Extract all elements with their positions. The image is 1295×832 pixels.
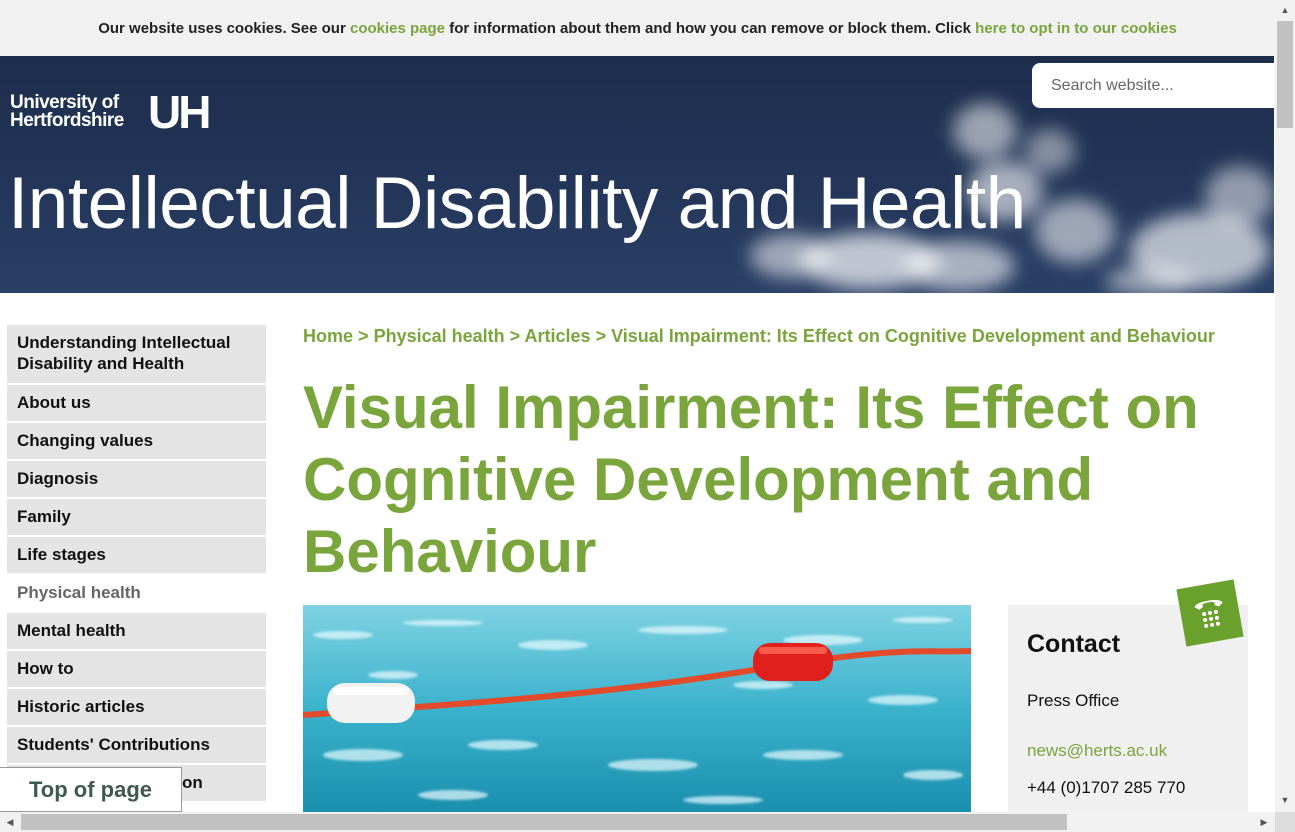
breadcrumb-articles[interactable]: Articles bbox=[525, 326, 591, 346]
breadcrumb-separator: > bbox=[358, 326, 369, 346]
sidebar-item-physical-health[interactable]: Physical health bbox=[7, 575, 266, 613]
cookie-text-1: Our website uses cookies. See our bbox=[98, 19, 346, 37]
university-logo[interactable]: University of Hertfordshire UH bbox=[10, 89, 211, 135]
logo-line-2: Hertfordshire bbox=[10, 110, 124, 131]
cookies-page-link[interactable]: cookies page bbox=[350, 20, 445, 37]
contact-phone: +44 (0)1707 285 770 bbox=[1027, 778, 1186, 797]
cookie-text-2: for information about them and how you c… bbox=[449, 19, 971, 37]
breadcrumb-separator: > bbox=[595, 326, 607, 346]
sidebar-item-students-contributions[interactable]: Students' Contributions bbox=[7, 727, 266, 765]
vertical-scrollbar-thumb[interactable] bbox=[1277, 21, 1293, 128]
sidebar-item-life-stages[interactable]: Life stages bbox=[7, 537, 266, 575]
logo-wordmark: University of Hertfordshire bbox=[10, 93, 124, 131]
horizontal-scrollbar-thumb[interactable] bbox=[21, 814, 1067, 830]
sidebar-item-historic-articles[interactable]: Historic articles bbox=[7, 689, 266, 727]
scroll-right-arrow-icon[interactable]: ▶ bbox=[1256, 814, 1272, 830]
pool-illustration bbox=[303, 605, 971, 812]
scroll-left-arrow-icon[interactable]: ◀ bbox=[2, 814, 18, 830]
site-header: University of Hertfordshire UH Intellect… bbox=[0, 56, 1274, 293]
sidebar-nav: Understanding Intellectual Disability an… bbox=[7, 325, 266, 803]
top-of-page-button[interactable]: Top of page bbox=[0, 767, 182, 812]
article-image-swimming-pool bbox=[303, 605, 971, 812]
sidebar-item-partial-label: on bbox=[182, 773, 203, 792]
sidebar-item-family[interactable]: Family bbox=[7, 499, 266, 537]
sidebar-item-how-to[interactable]: How to bbox=[7, 651, 266, 689]
contact-office: Press Office bbox=[1027, 691, 1120, 710]
telephone-icon bbox=[1176, 579, 1244, 647]
opt-in-cookies-link[interactable]: here to opt in to our cookies bbox=[975, 20, 1177, 37]
site-title[interactable]: Intellectual Disability and Health bbox=[8, 162, 1026, 245]
breadcrumb-home[interactable]: Home bbox=[303, 326, 353, 346]
cookie-banner: Our website uses cookies. See our cookie… bbox=[0, 0, 1275, 56]
breadcrumb-physical-health[interactable]: Physical health bbox=[374, 326, 505, 346]
sidebar-item-mental-health[interactable]: Mental health bbox=[7, 613, 266, 651]
scroll-up-arrow-icon[interactable]: ▲ bbox=[1277, 2, 1293, 18]
sidebar-item-changing-values[interactable]: Changing values bbox=[7, 423, 266, 461]
sidebar-item-about-us[interactable]: About us bbox=[7, 385, 266, 423]
sidebar-item-understanding[interactable]: Understanding Intellectual Disability an… bbox=[7, 325, 266, 385]
logo-mark: UH bbox=[148, 86, 211, 138]
sidebar-item-diagnosis[interactable]: Diagnosis bbox=[7, 461, 266, 499]
page-title: Visual Impairment: Its Effect on Cogniti… bbox=[303, 374, 1199, 585]
breadcrumb-separator: > bbox=[509, 326, 521, 346]
breadcrumb-current[interactable]: Visual Impairment: Its Effect on Cogniti… bbox=[611, 326, 1215, 346]
scroll-down-arrow-icon[interactable]: ▼ bbox=[1277, 792, 1293, 808]
contact-heading: Contact bbox=[1027, 630, 1121, 658]
scrollbar-corner bbox=[1275, 812, 1295, 832]
contact-email-link[interactable]: news@herts.ac.uk bbox=[1027, 741, 1167, 761]
search-input[interactable] bbox=[1032, 63, 1274, 108]
breadcrumb: Home > Physical health > Articles > Visu… bbox=[303, 326, 1215, 347]
